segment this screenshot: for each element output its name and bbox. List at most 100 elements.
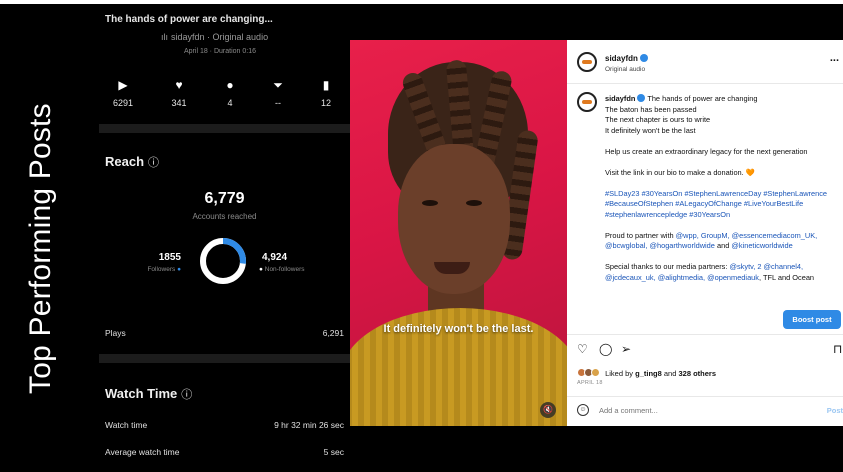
likes-others[interactable]: 328 others <box>678 369 716 378</box>
followers-value: 1855 <box>158 252 181 263</box>
divider <box>99 124 350 133</box>
header-username[interactable]: sidayfdn <box>605 54 648 63</box>
post-caption: sidayfdn The hands of power are changing… <box>605 94 841 294</box>
caption-legacy: Help us create an extraordinary legacy f… <box>605 146 808 156</box>
plays-value: 6,291 <box>322 328 344 338</box>
divider <box>567 334 843 335</box>
likes-user[interactable]: g_ting8 <box>635 369 662 378</box>
stat-saves: ▮ 12 <box>306 78 346 108</box>
watch-time-heading-text: Watch Time <box>105 386 178 401</box>
avatar[interactable] <box>577 52 597 72</box>
reach-heading: Reach ⓘ <box>105 154 159 170</box>
stat-shares: ⏷ -- <box>258 78 298 108</box>
comment-input[interactable] <box>599 406 759 415</box>
send-icon: ⏷ <box>273 78 283 92</box>
caption-line: It definitely won't be the last <box>605 125 696 135</box>
post-header: sidayfdn Original audio ... <box>567 40 843 84</box>
caption-hashtags[interactable]: #SLDay23 #30YearsOn #StephenLawrenceDay … <box>605 189 841 221</box>
reel-video[interactable]: It definitely won't be the last. 🔇 <box>350 40 567 426</box>
thanks-suffix: , TFL and Ocean <box>758 272 815 282</box>
info-icon[interactable]: ⓘ <box>181 389 192 401</box>
followers-dot-icon: ● <box>177 266 181 273</box>
reach-heading-text: Reach <box>105 154 145 169</box>
non-followers-label: Non-followers <box>264 266 305 273</box>
accounts-reached-value: 6,779 <box>204 190 245 207</box>
caption-line: The hands of power are changing <box>647 94 758 103</box>
post-meta: April 18 · Duration 0:16 <box>184 48 256 55</box>
person-eye <box>422 200 438 206</box>
likes-prefix: Liked by <box>605 369 636 378</box>
info-icon[interactable]: ⓘ <box>148 157 159 169</box>
post-comment-button[interactable]: Post <box>827 406 843 415</box>
partner-prefix: Proud to partner with <box>605 230 676 240</box>
avatar[interactable] <box>577 92 597 112</box>
audio-icon: ılı <box>161 32 169 42</box>
caption-line: The next chapter is ours to write <box>605 115 711 124</box>
stat-value: 12 <box>320 98 331 108</box>
followers-label: Followers <box>147 266 176 273</box>
instagram-post-panel: sidayfdn Original audio ... sidayfdn The… <box>567 40 843 426</box>
slide: Top Performing Posts The hands of power … <box>0 4 843 472</box>
share-icon[interactable]: ➢ <box>621 342 631 356</box>
stat-value: 4 <box>227 98 233 108</box>
caption-partners: Proud to partner with @wpp, GroupM, @ess… <box>605 231 841 252</box>
stat-plays: ▶ 6291 <box>103 78 143 108</box>
watch-time-row: Watch time 9 hr 32 min 26 sec <box>105 420 344 430</box>
video-caption: It definitely won't be the last. <box>383 323 534 335</box>
reach-donut-chart <box>200 238 246 284</box>
username: sidayfdn <box>605 54 638 63</box>
stat-likes: ♥ 341 <box>159 78 199 108</box>
stat-value: 6291 <box>112 98 134 108</box>
caption-line: The baton has been passed <box>605 104 697 114</box>
accounts-reached-caption: Accounts reached <box>192 212 257 221</box>
slide-title: Top Performing Posts <box>24 103 57 394</box>
divider <box>99 354 350 363</box>
stat-value: 341 <box>171 98 187 108</box>
play-icon: ▶ <box>118 78 128 92</box>
boost-post-button[interactable]: Boost post <box>783 310 841 329</box>
average-watch-row: Average watch time 5 sec <box>105 447 344 457</box>
non-followers-dot-icon: ● <box>259 266 263 273</box>
post-date: APRIL 18 <box>577 380 603 386</box>
comment-icon[interactable]: ◯ <box>599 342 612 356</box>
liker-avatar <box>591 368 600 377</box>
stat-value: -- <box>275 98 281 108</box>
likes-line[interactable]: Liked by g_ting8 and 328 others <box>577 368 716 378</box>
emoji-icon[interactable]: ☺ <box>577 404 589 416</box>
comment-icon: ● <box>226 78 234 92</box>
plays-row: Plays 6,291 <box>105 328 344 338</box>
average-watch-label: Average watch time <box>105 447 180 457</box>
stat-comments: ● 4 <box>210 78 250 108</box>
divider <box>567 396 843 397</box>
post-title: The hands of power are changing... <box>105 14 273 25</box>
followers-caption: Followers ● <box>123 266 181 273</box>
partner-last[interactable]: @kineticworldwide <box>731 241 792 250</box>
average-watch-value: 5 sec <box>323 447 344 457</box>
mute-icon[interactable]: 🔇 <box>540 402 556 418</box>
insights-panel: The hands of power are changing... ılı si… <box>99 4 350 472</box>
verified-icon <box>637 94 646 102</box>
watch-time-value: 9 hr 32 min 26 sec <box>274 420 344 430</box>
caption-username[interactable]: sidayfdn <box>605 94 635 103</box>
audio-line[interactable]: ılı sidayfdn · Original audio <box>161 32 268 42</box>
more-options-icon[interactable]: ... <box>830 52 839 64</box>
likes-mid: and <box>661 369 679 378</box>
person-eye <box>466 200 482 206</box>
audio-text: sidayfdn · Original audio <box>171 32 269 42</box>
watch-time-heading: Watch Time ⓘ <box>105 386 192 402</box>
caption-intro: sidayfdn The hands of power are changing… <box>605 94 841 136</box>
bookmark-icon: ▮ <box>322 78 330 92</box>
save-icon[interactable]: ⊓ <box>833 342 842 356</box>
non-followers-value: 4,924 <box>262 252 288 263</box>
caption-donate: Visit the link in our bio to make a dona… <box>605 167 755 177</box>
watch-time-label: Watch time <box>105 420 148 430</box>
plays-label: Plays <box>105 328 126 338</box>
partner-and: and <box>716 241 732 250</box>
verified-icon <box>639 54 648 62</box>
like-icon[interactable]: ♡ <box>577 342 588 356</box>
header-subtitle[interactable]: Original audio <box>605 66 645 73</box>
non-followers-caption: ● Non-followers <box>259 266 305 273</box>
heart-icon: ♥ <box>175 78 183 92</box>
caption-thanks: Special thanks to our media partners: @s… <box>605 262 841 283</box>
thanks-prefix: Special thanks to our media partners: <box>605 262 730 271</box>
